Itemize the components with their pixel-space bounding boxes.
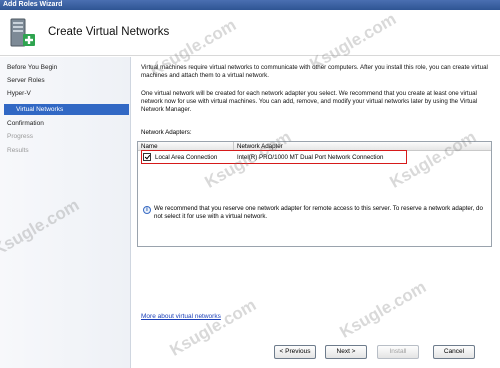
window-title: Add Roles Wizard [3, 1, 63, 8]
install-button: Install [377, 345, 419, 359]
next-button[interactable]: Next > [325, 345, 367, 359]
sidebar-item-results: Results [7, 147, 29, 154]
sidebar-item-virtual-networks[interactable]: Virtual Networks [4, 104, 129, 115]
window-title-bar: Add Roles Wizard [0, 0, 500, 10]
info-icon: i [143, 206, 151, 214]
sidebar-item-server-roles[interactable]: Server Roles [7, 75, 45, 86]
cancel-button[interactable]: Cancel [433, 345, 475, 359]
sidebar-item-before-you-begin[interactable]: Before You Begin [7, 62, 57, 73]
sidebar-item-hyper-v[interactable]: Hyper-V [7, 88, 31, 99]
reserve-adapter-note: We recommend that you reserve one networ… [154, 205, 483, 220]
network-adapters-label: Network Adapters: [141, 129, 192, 136]
sidebar-item-progress: Progress [7, 133, 34, 140]
sidebar-item-confirmation[interactable]: Confirmation [7, 118, 44, 129]
description-text: One virtual network will be created for … [141, 90, 478, 113]
previous-button[interactable]: < Previous [274, 345, 316, 359]
page-title: Create Virtual Networks [48, 26, 170, 38]
wizard-header: Create Virtual Networks [0, 10, 500, 56]
server-roles-wizard-icon [10, 18, 35, 47]
main-content: Virtual machines require virtual network… [132, 57, 500, 368]
